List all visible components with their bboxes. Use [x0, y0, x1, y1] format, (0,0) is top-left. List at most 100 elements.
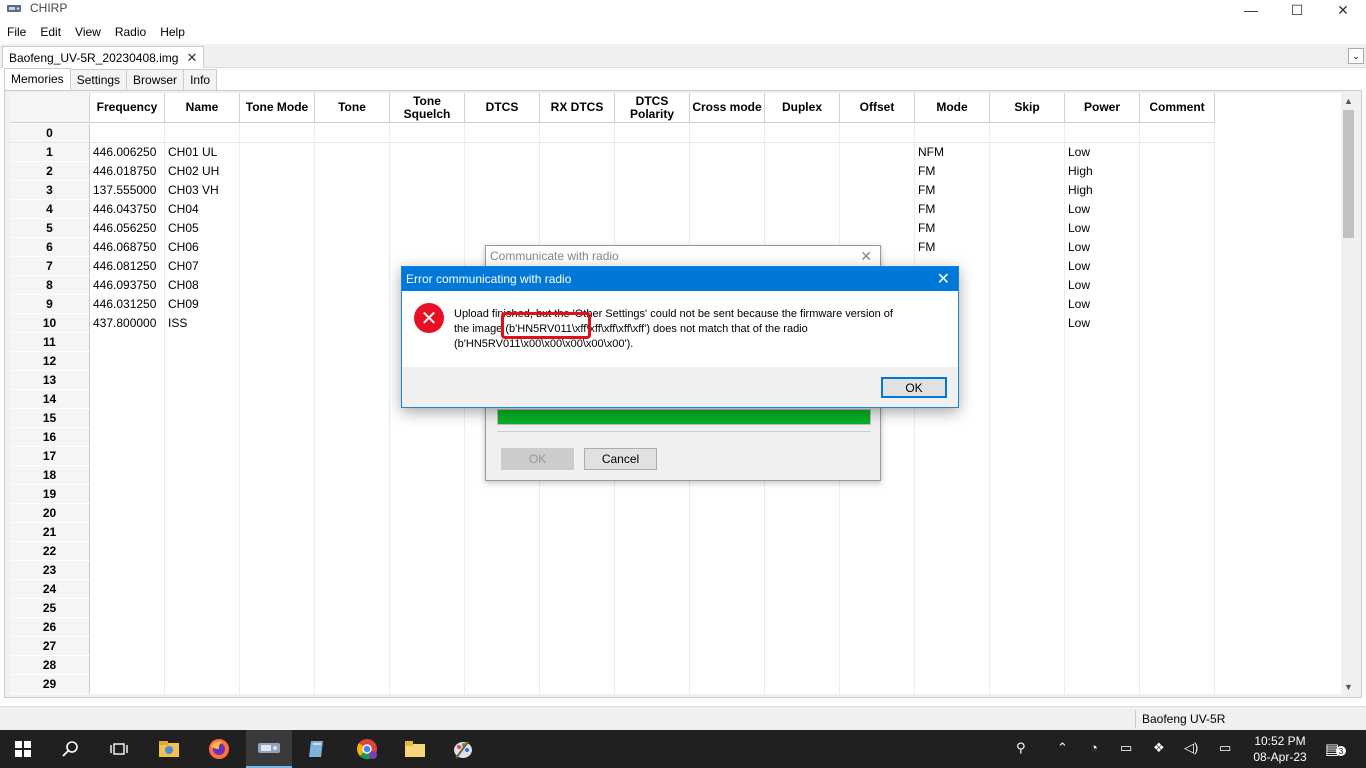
grid-cell[interactable] [1140, 333, 1215, 352]
grid-cell[interactable] [540, 162, 615, 181]
grid-cell[interactable]: 446.018750 [90, 162, 165, 181]
grid-cell[interactable] [1140, 637, 1215, 656]
grid-cell[interactable] [915, 580, 990, 599]
grid-cell[interactable] [90, 352, 165, 371]
grid-cell[interactable] [540, 656, 615, 675]
document-tab[interactable]: Baofeng_UV-5R_20230408.img ✕ [2, 46, 205, 68]
grid-cell[interactable] [615, 599, 690, 618]
grid-cell[interactable] [240, 504, 315, 523]
grid-cell[interactable] [1065, 656, 1140, 675]
grid-cell[interactable]: CH06 [165, 238, 240, 257]
grid-cell[interactable] [90, 523, 165, 542]
minimize-button[interactable]: — [1228, 0, 1274, 20]
grid-cell[interactable] [240, 447, 315, 466]
grid-cell[interactable] [690, 143, 765, 162]
grid-cell[interactable] [840, 618, 915, 637]
grid-cell[interactable] [390, 238, 465, 257]
tab-memories[interactable]: Memories [4, 68, 71, 90]
grid-cell[interactable] [1140, 447, 1215, 466]
grid-cell[interactable] [990, 390, 1065, 409]
communicate-cancel-button[interactable]: Cancel [584, 448, 657, 470]
grid-cell[interactable] [240, 485, 315, 504]
grid-cell[interactable] [1065, 352, 1140, 371]
row-number[interactable]: 24 [10, 580, 90, 599]
table-row[interactable]: 29 [10, 675, 1215, 694]
grid-cell[interactable] [315, 542, 390, 561]
row-number[interactable]: 2 [10, 162, 90, 181]
grid-cell[interactable] [840, 162, 915, 181]
chrome-icon[interactable] [344, 730, 390, 768]
error-dialog-close-icon[interactable]: ✕ [937, 269, 950, 289]
communicate-dialog-close-icon[interactable]: ✕ [860, 248, 872, 265]
grid-cell[interactable] [990, 181, 1065, 200]
grid-cell[interactable] [990, 295, 1065, 314]
grid-cell[interactable] [240, 599, 315, 618]
grid-cell[interactable] [465, 181, 540, 200]
grid-cell[interactable]: 446.093750 [90, 276, 165, 295]
grid-cell[interactable] [540, 219, 615, 238]
table-row[interactable]: 24 [10, 580, 1215, 599]
grid-cell[interactable] [990, 200, 1065, 219]
grid-cell[interactable] [915, 561, 990, 580]
grid-cell[interactable] [165, 371, 240, 390]
grid-cell[interactable] [690, 580, 765, 599]
grid-cell[interactable]: CH02 UH [165, 162, 240, 181]
grid-cell[interactable] [840, 504, 915, 523]
grid-cell[interactable] [315, 143, 390, 162]
grid-cell[interactable] [540, 124, 615, 143]
grid-cell[interactable] [240, 466, 315, 485]
grid-cell[interactable] [1140, 295, 1215, 314]
grid-cell[interactable] [1140, 523, 1215, 542]
grid-cell[interactable] [315, 466, 390, 485]
grid-cell[interactable] [615, 485, 690, 504]
grid-cell[interactable] [240, 143, 315, 162]
grid-cell[interactable] [765, 618, 840, 637]
grid-cell[interactable] [840, 200, 915, 219]
tab-info[interactable]: Info [183, 69, 218, 90]
grid-cell[interactable] [915, 675, 990, 694]
grid-cell[interactable] [240, 238, 315, 257]
tab-settings[interactable]: Settings [69, 69, 128, 90]
grid-cell[interactable] [465, 143, 540, 162]
grid-cell[interactable]: 446.056250 [90, 219, 165, 238]
grid-cell[interactable] [690, 162, 765, 181]
grid-cell[interactable] [765, 504, 840, 523]
grid-cell[interactable]: 446.031250 [90, 295, 165, 314]
grid-cell[interactable] [1140, 371, 1215, 390]
grid-cell[interactable] [465, 219, 540, 238]
grid-cell[interactable] [465, 485, 540, 504]
grid-cell[interactable] [240, 200, 315, 219]
grid-cell[interactable] [315, 618, 390, 637]
grid-cell[interactable] [465, 656, 540, 675]
file-explorer-pinned-icon[interactable] [146, 730, 192, 768]
grid-cell[interactable] [1065, 618, 1140, 637]
grid-cell[interactable] [990, 371, 1065, 390]
grid-cell[interactable] [690, 181, 765, 200]
grid-cell[interactable] [315, 314, 390, 333]
grid-cell[interactable] [990, 276, 1065, 295]
grid-cell[interactable] [990, 428, 1065, 447]
grid-cell[interactable] [90, 428, 165, 447]
table-row[interactable]: 27 [10, 637, 1215, 656]
grid-cell[interactable] [765, 143, 840, 162]
grid-cell[interactable] [540, 580, 615, 599]
menu-view[interactable]: View [68, 22, 108, 42]
row-number[interactable]: 6 [10, 238, 90, 257]
close-tab-icon[interactable]: ✕ [186, 50, 197, 66]
grid-cell[interactable]: 446.081250 [90, 257, 165, 276]
grid-cell[interactable] [240, 637, 315, 656]
grid-cell[interactable] [1065, 428, 1140, 447]
grid-cell[interactable] [840, 124, 915, 143]
task-view-icon[interactable] [96, 730, 142, 768]
row-number[interactable]: 5 [10, 219, 90, 238]
grid-cell[interactable]: FM [915, 219, 990, 238]
grid-cell[interactable]: FM [915, 162, 990, 181]
grid-cell[interactable] [315, 447, 390, 466]
grid-cell[interactable]: High [1065, 162, 1140, 181]
grid-cell[interactable]: ISS [165, 314, 240, 333]
grid-cell[interactable]: Low [1065, 295, 1140, 314]
grid-cell[interactable] [1065, 409, 1140, 428]
table-row[interactable]: 5 446.056250 CH05 FM Low [10, 219, 1215, 238]
grid-cell[interactable] [465, 637, 540, 656]
grid-cell[interactable] [90, 371, 165, 390]
